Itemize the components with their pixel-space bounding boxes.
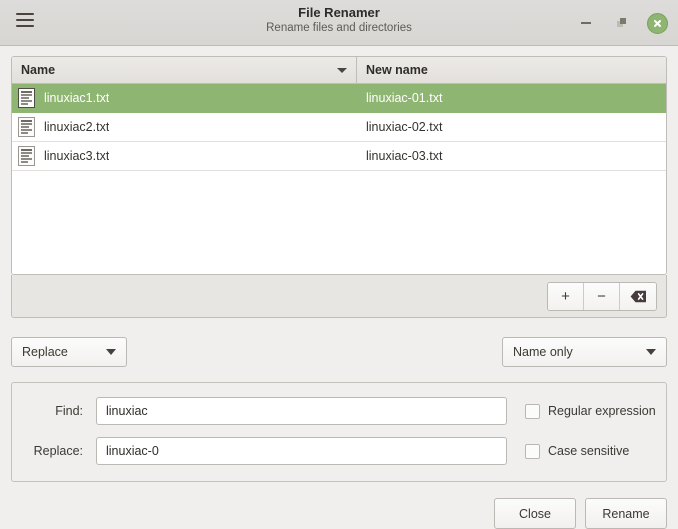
- cell-name: linuxiac2.txt: [12, 117, 357, 137]
- column-header-name[interactable]: Name: [12, 57, 357, 83]
- replace-row: Replace: Case sensitive: [26, 437, 652, 465]
- main-content: Name New name linuxiac1.txt linuxiac-01.…: [0, 46, 678, 529]
- find-row: Find: Regular expression: [26, 397, 656, 425]
- file-list-panel: Name New name linuxiac1.txt linuxiac-01.…: [11, 56, 667, 275]
- file-name-text: linuxiac2.txt: [44, 120, 110, 134]
- file-list-header: Name New name: [12, 57, 666, 84]
- menu-line: [16, 19, 34, 21]
- regular-expression-checkbox[interactable]: Regular expression: [525, 403, 656, 419]
- file-name-text: linuxiac3.txt: [44, 149, 110, 163]
- chevron-down-icon: [646, 349, 656, 355]
- minimize-icon[interactable]: [575, 12, 597, 34]
- file-new-name-text: linuxiac-02.txt: [366, 120, 443, 134]
- remove-file-button[interactable]: −: [584, 282, 620, 310]
- options-row: Replace Name only: [11, 337, 667, 367]
- backspace-clear-icon: [630, 290, 646, 302]
- column-header-name-label: Name: [21, 63, 56, 77]
- maximize-glyph-front: [620, 18, 626, 24]
- text-file-icon: [18, 117, 35, 137]
- close-button[interactable]: Close: [494, 498, 576, 529]
- menu-line: [16, 25, 34, 27]
- sort-descending-icon: [337, 68, 347, 73]
- checkbox-box: [525, 403, 540, 419]
- operation-mode-value: Replace: [22, 345, 68, 359]
- close-icon[interactable]: [647, 12, 668, 34]
- operation-mode-dropdown[interactable]: Replace: [11, 337, 127, 367]
- table-row[interactable]: linuxiac3.txt linuxiac-03.txt: [12, 142, 666, 171]
- apply-scope-dropdown[interactable]: Name only: [502, 337, 667, 367]
- window-controls: [575, 0, 668, 46]
- cell-new-name: linuxiac-02.txt: [357, 120, 666, 134]
- file-list-body: linuxiac1.txt linuxiac-01.txt linuxiac2.…: [12, 84, 666, 274]
- text-file-icon: [18, 146, 35, 166]
- text-file-icon: [18, 88, 35, 108]
- table-row[interactable]: linuxiac2.txt linuxiac-02.txt: [12, 113, 666, 142]
- dialog-footer: Close Rename: [11, 498, 667, 529]
- replace-label: Replace:: [33, 444, 83, 458]
- case-sensitive-checkbox[interactable]: Case sensitive: [525, 443, 630, 459]
- apply-scope-value: Name only: [513, 345, 573, 359]
- file-list-button-group: + −: [547, 281, 657, 311]
- find-replace-panel: Find: Regular expression Replace: Case s…: [11, 382, 667, 482]
- file-name-text: linuxiac1.txt: [44, 91, 110, 105]
- case-sensitive-label: Case sensitive: [548, 444, 630, 458]
- chevron-down-icon: [106, 349, 116, 355]
- file-list-toolbar: + −: [11, 275, 667, 318]
- hamburger-menu-icon[interactable]: [16, 13, 38, 33]
- find-label: Find:: [55, 404, 83, 418]
- cell-name: linuxiac3.txt: [12, 146, 357, 166]
- find-input[interactable]: [96, 397, 507, 425]
- cell-new-name: linuxiac-03.txt: [357, 149, 666, 163]
- title-bar: File Renamer Rename files and directorie…: [0, 0, 678, 46]
- add-files-button[interactable]: +: [548, 282, 584, 310]
- clear-list-button[interactable]: [620, 282, 656, 310]
- cell-new-name: linuxiac-01.txt: [357, 91, 666, 105]
- rename-button[interactable]: Rename: [585, 498, 667, 529]
- file-new-name-text: linuxiac-01.txt: [366, 91, 443, 105]
- table-row[interactable]: linuxiac1.txt linuxiac-01.txt: [12, 84, 666, 113]
- column-header-new-name-label: New name: [366, 63, 428, 77]
- file-new-name-text: linuxiac-03.txt: [366, 149, 443, 163]
- regular-expression-label: Regular expression: [548, 404, 656, 418]
- checkbox-box: [525, 443, 540, 459]
- maximize-icon[interactable]: [611, 12, 633, 34]
- menu-line: [16, 13, 34, 15]
- column-header-new-name[interactable]: New name: [357, 57, 666, 83]
- replace-input[interactable]: [96, 437, 507, 465]
- cell-name: linuxiac1.txt: [12, 88, 357, 108]
